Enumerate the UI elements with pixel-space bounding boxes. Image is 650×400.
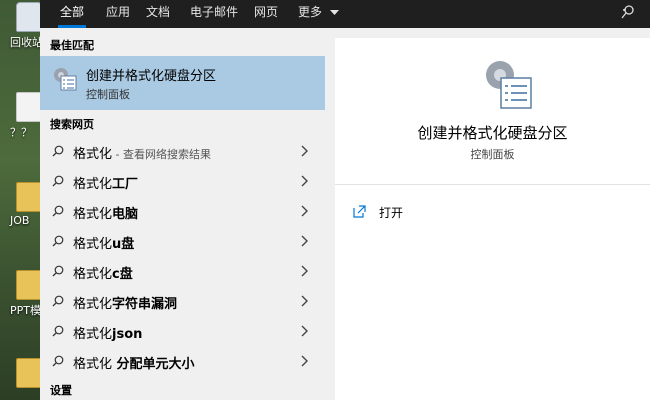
web-result-row[interactable]: 格式化电脑 (40, 196, 325, 226)
best-match-title: 创建并格式化硬盘分区 (86, 69, 217, 84)
recycle-bin-icon (16, 2, 42, 32)
web-result-text: 格式化 分配单元大小 (73, 353, 195, 372)
web-result-row[interactable]: 格式化工厂 (40, 166, 325, 196)
web-result-query: 格式化 (73, 327, 113, 342)
web-result-suggestion: 分配单元大小 (112, 357, 195, 372)
web-result-text: 格式化字符串漏洞 (73, 293, 177, 312)
web-result-text: 格式化 - 查看网络搜索结果 (73, 143, 211, 162)
search-icon (52, 265, 64, 277)
tab-all[interactable]: 全部 (50, 0, 94, 28)
web-result-row[interactable]: 格式化 分配单元大小 (40, 346, 325, 376)
detail-subtitle: 控制面板 (470, 148, 515, 161)
chevron-right-icon[interactable] (299, 175, 309, 187)
chevron-right-icon[interactable] (299, 355, 309, 367)
open-icon (353, 205, 366, 218)
results-list: 最佳匹配 创建并格式化硬盘分区 控制面板 搜索网页 格式化 - 查看网络搜索结果… (40, 28, 325, 400)
folder-icon (16, 358, 42, 388)
desktop-icon-label: PPT模 (10, 304, 41, 317)
open-action[interactable]: 打开 (353, 202, 473, 222)
folder-icon (16, 270, 42, 300)
tab-web[interactable]: 网页 (244, 0, 288, 28)
desktop-icon-doc[interactable]: ？？ (2, 92, 42, 140)
section-settings: 设置 (50, 384, 72, 397)
detail-title: 创建并格式化硬盘分区 (417, 124, 568, 142)
caret-down-icon (329, 9, 339, 15)
web-result-suggestion: 电脑 (112, 207, 139, 222)
web-result-suggestion: 字符串漏洞 (112, 297, 178, 312)
desktop-icon-recycle-bin[interactable]: 回收站 (2, 2, 43, 50)
desktop-icon-folder[interactable] (2, 358, 42, 390)
web-result-row[interactable]: 格式化c盘 (40, 256, 325, 286)
section-best-match: 最佳匹配 (50, 39, 94, 52)
web-result-text: 格式化工厂 (73, 173, 138, 192)
search-icon (52, 325, 64, 337)
best-match-subtitle: 控制面板 (86, 88, 130, 101)
search-icon (52, 145, 64, 157)
divider (335, 184, 650, 185)
feedback-icon[interactable] (620, 4, 636, 20)
section-web-search: 搜索网页 (50, 118, 94, 131)
desktop-icon-label: ？？ (10, 126, 32, 139)
web-result-suggestion: u盘 (112, 237, 135, 252)
search-icon (52, 295, 64, 307)
search-tabs-bar: 全部 应用 文档 电子邮件 网页 更多 (40, 0, 650, 28)
control-panel-icon (54, 68, 77, 91)
chevron-right-icon[interactable] (299, 205, 309, 217)
web-result-query: 格式化 (73, 147, 113, 162)
web-result-text: 格式化u盘 (73, 233, 134, 252)
web-result-suggestion: c盘 (112, 267, 133, 282)
search-icon (52, 205, 64, 217)
search-icon (52, 355, 64, 367)
open-action-label: 打开 (379, 206, 404, 220)
search-icon (52, 235, 64, 247)
web-result-row[interactable]: 格式化 - 查看网络搜索结果 (40, 136, 325, 166)
web-result-query: 格式化 (73, 207, 113, 222)
web-result-query: 格式化 (73, 267, 113, 282)
web-result-suggestion: 工厂 (112, 177, 139, 192)
web-result-row[interactable]: 格式化字符串漏洞 (40, 286, 325, 316)
web-result-suggestion: json (112, 327, 143, 342)
web-result-row[interactable]: 格式化json (40, 316, 325, 346)
document-icon (16, 92, 42, 122)
web-result-query: 格式化 (73, 177, 113, 192)
web-result-text: 格式化c盘 (73, 263, 133, 282)
chevron-right-icon[interactable] (299, 235, 309, 247)
search-icon (52, 175, 64, 187)
desktop-icon-label: JOB (10, 214, 30, 227)
chevron-right-icon[interactable] (299, 265, 309, 277)
chevron-right-icon[interactable] (299, 325, 309, 337)
tab-email[interactable]: 电子邮件 (180, 0, 248, 28)
detail-pane: 创建并格式化硬盘分区 控制面板 打开 (335, 38, 650, 400)
tab-more[interactable]: 更多 (288, 0, 349, 28)
best-match-item[interactable]: 创建并格式化硬盘分区 控制面板 (40, 56, 325, 110)
desktop-icon-job[interactable]: JOB (2, 182, 42, 227)
desktop-icon-ppt[interactable]: PPT模 (2, 270, 42, 318)
web-result-hint: - 查看网络搜索结果 (112, 148, 211, 161)
tab-documents[interactable]: 文档 (136, 0, 180, 28)
web-result-text: 格式化json (73, 323, 142, 342)
web-result-query: 格式化 (73, 357, 113, 372)
folder-icon (16, 182, 42, 212)
tab-apps[interactable]: 应用 (96, 0, 140, 28)
web-result-row[interactable]: 格式化u盘 (40, 226, 325, 256)
desktop-icon-label: 回收站 (10, 36, 43, 49)
chevron-right-icon[interactable] (299, 145, 309, 157)
web-result-query: 格式化 (73, 297, 113, 312)
control-panel-icon (486, 61, 532, 109)
chevron-right-icon[interactable] (299, 295, 309, 307)
web-result-text: 格式化电脑 (73, 203, 138, 222)
web-result-query: 格式化 (73, 237, 113, 252)
search-panel: 全部 应用 文档 电子邮件 网页 更多 最佳匹配 创建并格式化硬盘分区 控制面板 (40, 0, 650, 400)
